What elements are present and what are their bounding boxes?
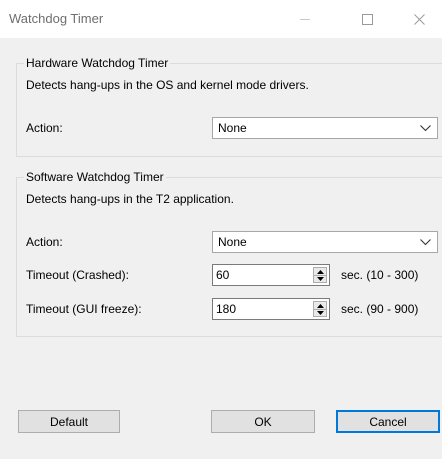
chevron-down-icon [420, 125, 431, 132]
title-bar[interactable]: Watchdog Timer [0, 0, 442, 38]
software-description: Detects hang-ups in the T2 application. [26, 192, 234, 206]
triangle-up-icon [316, 269, 324, 274]
timeout-crashed-spin-buttons [313, 267, 327, 283]
timeout-gui-stepper[interactable]: 180 [212, 298, 330, 320]
ok-button[interactable]: OK [211, 410, 315, 433]
hardware-group-legend: Hardware Watchdog Timer [24, 56, 171, 70]
cancel-button[interactable]: Cancel [336, 410, 440, 433]
hardware-description: Detects hang-ups in the OS and kernel mo… [26, 78, 309, 92]
timeout-gui-decrement[interactable] [314, 309, 326, 316]
window-title: Watchdog Timer [9, 11, 104, 26]
timeout-crashed-value: 60 [216, 268, 230, 282]
timeout-crashed-label: Timeout (Crashed): [26, 268, 129, 282]
hardware-action-value: None [218, 121, 247, 135]
timeout-gui-value: 180 [216, 302, 237, 316]
hardware-action-label: Action: [26, 121, 63, 135]
triangle-down-icon [316, 276, 324, 281]
software-group-legend: Software Watchdog Timer [24, 170, 166, 184]
triangle-down-icon [316, 310, 324, 315]
close-icon [413, 13, 425, 25]
timeout-gui-range: sec. (90 - 900) [341, 302, 419, 316]
hardware-action-select[interactable]: None [212, 117, 438, 139]
timeout-crashed-range: sec. (10 - 300) [341, 268, 419, 282]
default-button[interactable]: Default [18, 410, 120, 433]
timeout-crashed-decrement[interactable] [314, 275, 326, 282]
maximize-icon [361, 13, 373, 25]
minimize-button[interactable] [282, 0, 328, 38]
maximize-button[interactable] [344, 0, 390, 38]
watchdog-timer-dialog: Watchdog Timer Hardware Watchdog Timer D… [0, 0, 442, 459]
timeout-gui-label: Timeout (GUI freeze): [26, 302, 142, 316]
triangle-up-icon [316, 303, 324, 308]
software-action-label: Action: [26, 235, 63, 249]
timeout-gui-spin-buttons [313, 301, 327, 317]
close-button[interactable] [396, 0, 442, 38]
timeout-crashed-stepper[interactable]: 60 [212, 264, 330, 286]
software-action-value: None [218, 235, 247, 249]
minimize-icon [299, 18, 310, 20]
software-action-select[interactable]: None [212, 231, 438, 253]
chevron-down-icon [420, 239, 431, 246]
